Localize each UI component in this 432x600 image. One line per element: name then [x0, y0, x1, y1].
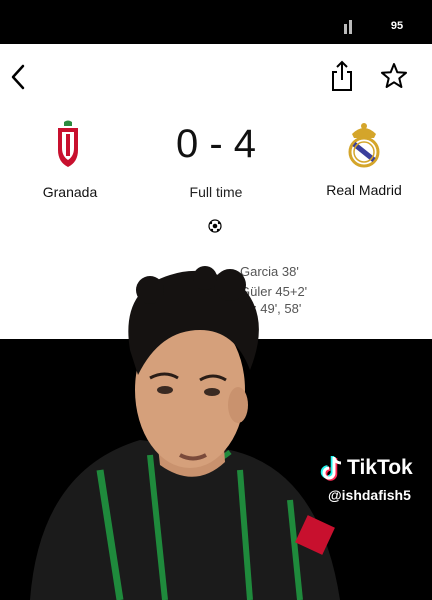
tiktok-username: @ishdafish5 — [328, 487, 411, 503]
person-video-image — [30, 266, 340, 600]
tiktok-brand: TikTok — [347, 456, 413, 479]
tiktok-logo-icon — [320, 456, 342, 481]
